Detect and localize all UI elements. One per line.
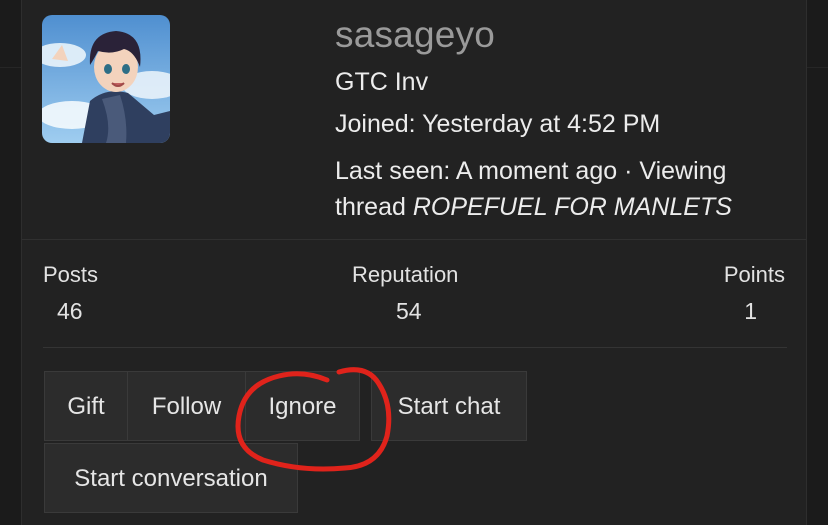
username[interactable]: sasageyo: [335, 14, 495, 56]
stat-label: Reputation: [352, 262, 459, 287]
stat-label: Points: [723, 262, 785, 287]
stat-value: 54: [396, 298, 422, 324]
stat-value: 1: [744, 298, 757, 324]
stat-label: Posts: [43, 262, 99, 287]
user-title: GTC Inv: [335, 68, 429, 96]
joined-date: Joined: Yesterday at 4:52 PM: [335, 110, 661, 138]
viewing-thread-link[interactable]: ROPEFUEL FOR MANLETS: [413, 193, 732, 221]
ignore-button[interactable]: Ignore: [245, 371, 360, 441]
stat-value: 46: [57, 298, 83, 324]
start-chat-button[interactable]: Start chat: [371, 371, 527, 441]
last-seen-status: Last seen: A moment ago · Viewing thread…: [335, 153, 775, 225]
member-stats: Posts 46 Reputation 54 Points 1: [22, 262, 806, 348]
stat-points[interactable]: Points 1: [724, 262, 785, 325]
avatar[interactable]: [42, 15, 170, 143]
gift-button[interactable]: Gift: [44, 371, 127, 441]
stat-posts[interactable]: Posts 46: [43, 262, 98, 325]
divider: [43, 347, 787, 348]
member-profile-card: sasageyo GTC Inv Joined: Yesterday at 4:…: [21, 0, 807, 525]
follow-button[interactable]: Follow: [127, 371, 245, 441]
stat-reputation[interactable]: Reputation 54: [352, 262, 458, 325]
profile-header: sasageyo GTC Inv Joined: Yesterday at 4:…: [22, 0, 806, 240]
start-conversation-button[interactable]: Start conversation: [44, 443, 298, 513]
